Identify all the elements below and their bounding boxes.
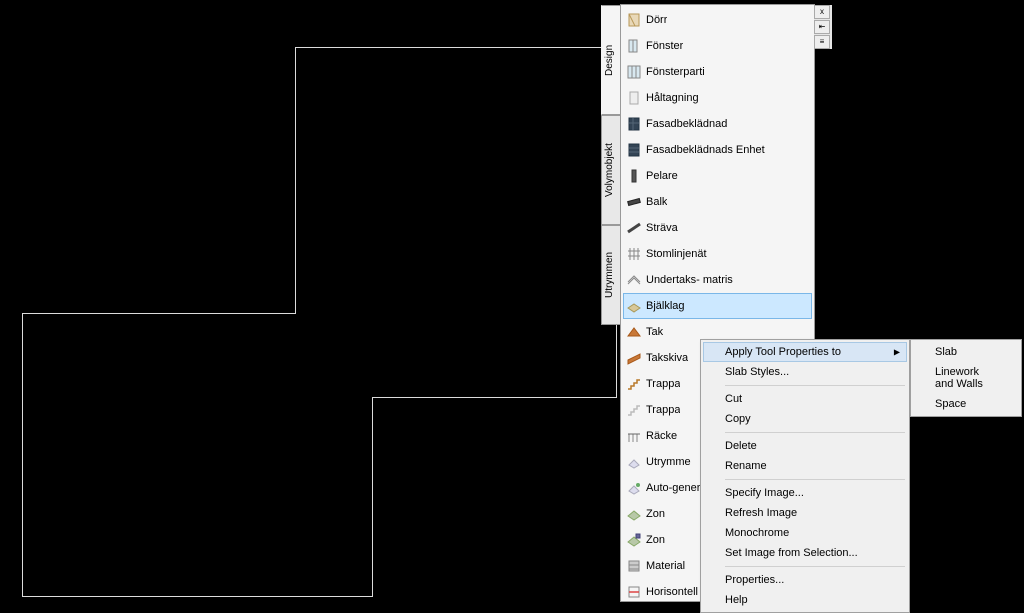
window-assembly-icon: [626, 64, 642, 80]
tool-fasadbekladnad[interactable]: Fasadbeklädnad: [623, 111, 812, 137]
tool-label: Bjälklag: [646, 300, 685, 312]
ceiling-grid-icon: [626, 272, 642, 288]
stair-icon: [626, 402, 642, 418]
railing-icon: [626, 428, 642, 444]
beam-icon: [626, 194, 642, 210]
tool-fonsterparti[interactable]: Fönsterparti: [623, 59, 812, 85]
context-menu: Apply Tool Properties to ▶ Slab Styles..…: [700, 339, 910, 613]
door-icon: [626, 12, 642, 28]
tool-label: Trappa: [646, 404, 680, 416]
brace-icon: [626, 220, 642, 236]
tool-bjalklag[interactable]: Bjälklag: [623, 293, 812, 319]
tool-haltagning[interactable]: Håltagning: [623, 85, 812, 111]
tool-label: Håltagning: [646, 92, 699, 104]
tool-undertaks-matris[interactable]: Undertaks- matris: [623, 267, 812, 293]
tool-label: Undertaks- matris: [646, 274, 733, 286]
menu-cut[interactable]: Cut: [703, 389, 907, 409]
column-icon: [626, 168, 642, 184]
curtain-wall-icon: [626, 116, 642, 132]
menu-slab-styles[interactable]: Slab Styles...: [703, 362, 907, 382]
tool-label: Dörr: [646, 14, 667, 26]
space-icon: [626, 454, 642, 470]
submenu-space[interactable]: Space: [913, 394, 1019, 414]
roof-icon: [626, 324, 642, 340]
tool-label: Utrymme: [646, 456, 691, 468]
grid-icon: [626, 246, 642, 262]
close-icon[interactable]: x: [814, 5, 830, 19]
tool-label: Räcke: [646, 430, 677, 442]
submenu-linework-walls[interactable]: Linework and Walls: [913, 362, 1019, 394]
tool-label: Fönster: [646, 40, 683, 52]
roof-slab-icon: [626, 350, 642, 366]
tool-balk[interactable]: Balk: [623, 189, 812, 215]
tool-label: Zon: [646, 534, 665, 546]
tab-volymobjekt[interactable]: Volymobjekt: [601, 115, 621, 225]
menu-delete[interactable]: Delete: [703, 436, 907, 456]
menu-rename[interactable]: Rename: [703, 456, 907, 476]
tool-label: Pelare: [646, 170, 678, 182]
tool-label: Fasadbeklädnads Enhet: [646, 144, 765, 156]
menu-separator: [725, 566, 905, 567]
section-icon: [626, 584, 642, 600]
menu-specify-image[interactable]: Specify Image...: [703, 483, 907, 503]
menu-label: Apply Tool Properties to: [725, 346, 841, 358]
curtain-wall-unit-icon: [626, 142, 642, 158]
menu-properties[interactable]: Properties...: [703, 570, 907, 590]
menu-set-image[interactable]: Set Image from Selection...: [703, 543, 907, 563]
tool-stomlinjenat[interactable]: Stomlinjenät: [623, 241, 812, 267]
menu-separator: [725, 432, 905, 433]
palette-controls: x ⇤ ≡: [814, 5, 832, 49]
shape-edge: [22, 596, 373, 597]
tool-label: Material: [646, 560, 685, 572]
menu-refresh-image[interactable]: Refresh Image: [703, 503, 907, 523]
shape-edge: [372, 397, 617, 398]
stair-icon: [626, 376, 642, 392]
shape-edge: [22, 313, 23, 597]
tool-label: Zon: [646, 508, 665, 520]
zone-icon: [626, 506, 642, 522]
submenu-apply-to: Slab Linework and Walls Space: [910, 339, 1022, 417]
tool-strava[interactable]: Sträva: [623, 215, 812, 241]
window-icon: [626, 38, 642, 54]
tab-utrymmen[interactable]: Utrymmen: [601, 225, 621, 325]
submenu-slab[interactable]: Slab: [913, 342, 1019, 362]
material-icon: [626, 558, 642, 574]
tool-pelare[interactable]: Pelare: [623, 163, 812, 189]
tool-label: Sträva: [646, 222, 678, 234]
tool-label: Stomlinjenät: [646, 248, 707, 260]
shape-edge: [295, 47, 296, 314]
tool-fasadbekladnads-enhet[interactable]: Fasadbeklädnads Enhet: [623, 137, 812, 163]
tool-dorr[interactable]: Dörr: [623, 7, 812, 33]
tool-label: Trappa: [646, 378, 680, 390]
tool-label: Takskiva: [646, 352, 688, 364]
tool-label: Fönsterparti: [646, 66, 705, 78]
shape-edge: [295, 47, 617, 48]
slab-icon: [626, 298, 642, 314]
tool-label: Fasadbeklädnad: [646, 118, 727, 130]
zone-icon: [626, 532, 642, 548]
shape-edge: [372, 397, 373, 597]
menu-icon[interactable]: ≡: [814, 35, 830, 49]
chevron-right-icon: ▶: [894, 348, 900, 357]
tool-fonster[interactable]: Fönster: [623, 33, 812, 59]
tool-label: Balk: [646, 196, 667, 208]
pin-icon[interactable]: ⇤: [814, 20, 830, 34]
menu-help[interactable]: Help: [703, 590, 907, 610]
menu-monochrome[interactable]: Monochrome: [703, 523, 907, 543]
tab-design[interactable]: Design: [601, 5, 621, 115]
shape-edge: [22, 313, 296, 314]
menu-copy[interactable]: Copy: [703, 409, 907, 429]
tool-label: Tak: [646, 326, 663, 338]
menu-separator: [725, 479, 905, 480]
side-tabs: Design Volymobjekt Utrymmen: [601, 5, 621, 601]
menu-separator: [725, 385, 905, 386]
auto-space-icon: [626, 480, 642, 496]
menu-apply-tool-properties[interactable]: Apply Tool Properties to ▶: [703, 342, 907, 362]
opening-icon: [626, 90, 642, 106]
